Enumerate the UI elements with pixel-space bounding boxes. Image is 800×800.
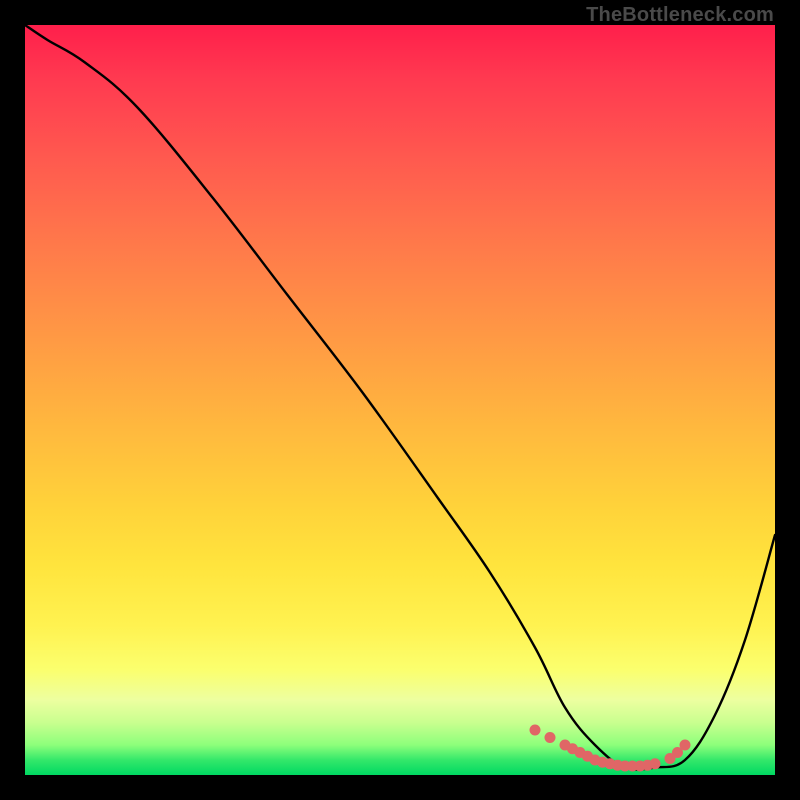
minimum-marker-dots bbox=[530, 725, 691, 772]
curve-layer bbox=[25, 25, 775, 775]
marker-dot bbox=[680, 740, 691, 751]
marker-dot bbox=[530, 725, 541, 736]
marker-dot bbox=[545, 732, 556, 743]
chart-frame: TheBottleneck.com bbox=[0, 0, 800, 800]
bottleneck-curve bbox=[25, 25, 775, 770]
marker-dot bbox=[650, 758, 661, 769]
watermark-text: TheBottleneck.com bbox=[586, 4, 774, 27]
